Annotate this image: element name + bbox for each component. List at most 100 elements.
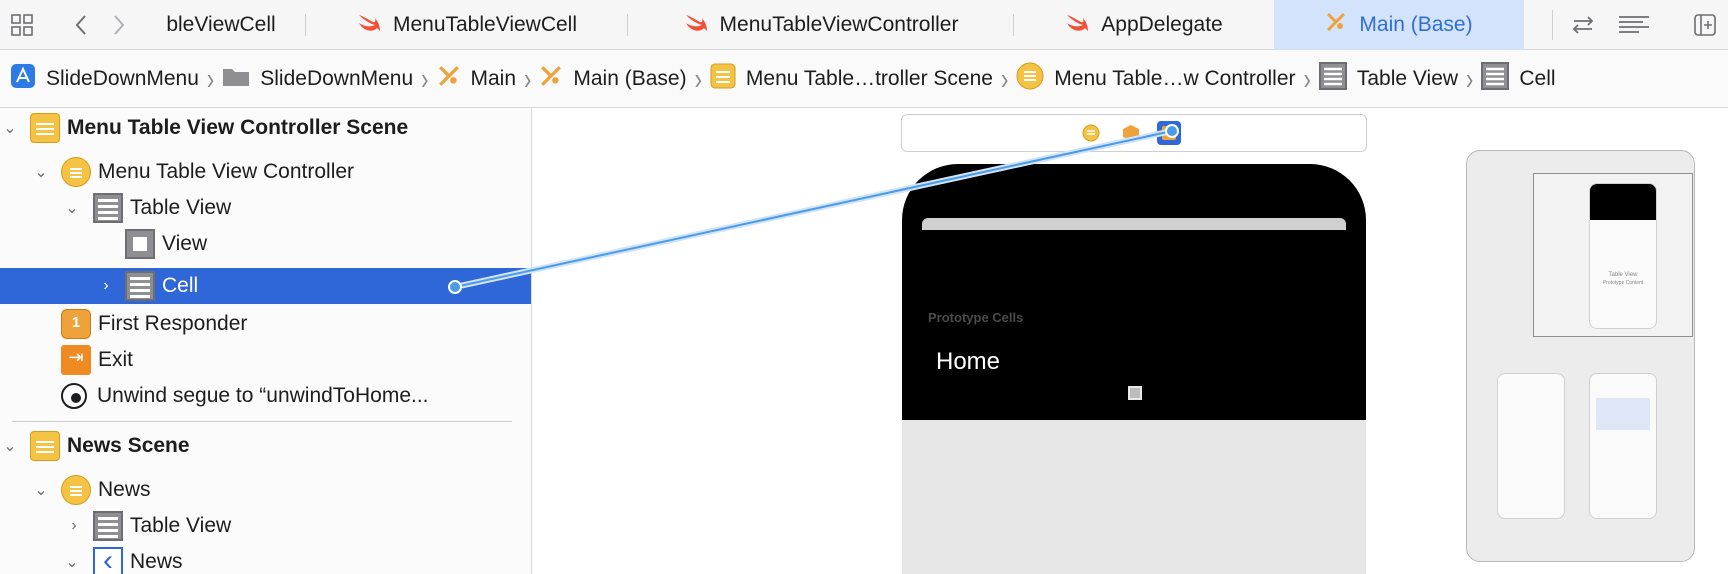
breadcrumb-item[interactable]: Cell xyxy=(1481,61,1556,96)
table-view-area xyxy=(902,420,1366,574)
swift-icon xyxy=(1065,11,1089,39)
outline-row-label: Cell xyxy=(162,274,199,297)
outline-row-label: Unwind segue to “unwindToHome... xyxy=(97,384,429,407)
outline-row-label: Menu Table View Controller xyxy=(98,160,355,183)
outline-row-news-table-view[interactable]: › Table View xyxy=(0,508,531,544)
breadcrumb-label: Main (Base) xyxy=(573,66,687,90)
outline-row-unwind-segue[interactable]: Unwind segue to “unwindToHome... xyxy=(0,378,531,414)
view-controller-icon xyxy=(61,157,91,187)
breadcrumb-label: Menu Table…w Controller xyxy=(1054,66,1296,90)
outline-row-label: First Responder xyxy=(98,312,248,335)
outline-row-label: View xyxy=(162,232,208,255)
add-editor-icon[interactable] xyxy=(1688,0,1722,50)
outline-row-label: Table View xyxy=(130,196,232,219)
disclosure-open-icon[interactable]: ⌄ xyxy=(2,118,18,138)
navigation-bar xyxy=(922,218,1346,230)
view-icon xyxy=(125,229,155,259)
unwind-segue-icon xyxy=(61,383,87,409)
folder-icon xyxy=(222,64,250,94)
tab-menutableviewcontroller[interactable]: MenuTableViewController xyxy=(628,0,1014,50)
outline-row-news-scene[interactable]: ⌄ News Scene xyxy=(0,428,531,464)
breadcrumb-separator-icon: › xyxy=(694,60,702,96)
breadcrumb-label: Main xyxy=(470,66,517,90)
view-controller-dock-icon[interactable] xyxy=(1082,124,1100,142)
outline-row-news-nav-item[interactable]: ⌄ News xyxy=(0,544,531,574)
disclosure-closed-icon[interactable]: › xyxy=(98,277,114,295)
storyboard-icon xyxy=(437,64,461,94)
grid-icon[interactable] xyxy=(0,0,44,50)
storyboard-icon xyxy=(539,64,563,94)
outline-row-first-responder[interactable]: First Responder xyxy=(0,306,531,342)
document-outline: ⌄ Menu Table View Controller Scene ⌄ Men… xyxy=(0,108,532,574)
forward-chevron-icon[interactable] xyxy=(104,0,134,50)
storyboard-canvas[interactable]: Prototype Cells Home Table View Prototyp… xyxy=(533,108,1728,574)
outline-row-menu-scene[interactable]: ⌄ Menu Table View Controller Scene xyxy=(0,110,531,146)
storyboard-icon xyxy=(1325,11,1347,39)
scene-icon xyxy=(30,431,60,461)
breadcrumb-label: SlideDownMenu xyxy=(46,66,199,90)
breadcrumb-item[interactable]: Table View xyxy=(1318,61,1458,96)
breadcrumb-label: Cell xyxy=(1519,66,1556,90)
tab-label: Main (Base) xyxy=(1359,13,1473,36)
disclosure-open-icon[interactable]: ⌄ xyxy=(33,162,49,182)
swift-icon xyxy=(357,11,381,39)
tab-label: bleViewCell xyxy=(166,13,276,36)
related-items-icon[interactable] xyxy=(1566,0,1600,50)
menu-scene-device-frame[interactable]: Prototype Cells Home xyxy=(902,164,1366,574)
breadcrumb-item[interactable]: Main xyxy=(437,64,517,94)
first-responder-dock-icon[interactable] xyxy=(1122,124,1140,142)
breadcrumb-item[interactable]: Menu Table…w Controller xyxy=(1016,62,1296,96)
editor-tab-bar: bleViewCell MenuTableViewCell MenuTableV… xyxy=(0,0,1728,50)
breadcrumb-item[interactable]: Menu Table…troller Scene xyxy=(710,63,993,95)
breadcrumb-label: SlideDownMenu xyxy=(260,66,414,90)
breadcrumb-separator-icon: › xyxy=(1303,60,1311,96)
disclosure-open-icon[interactable]: ⌄ xyxy=(64,198,80,218)
breadcrumb-label: Menu Table…troller Scene xyxy=(745,66,993,90)
view-controller-icon xyxy=(61,475,91,505)
minimap-thumb-sublabel: Prototype Content xyxy=(1602,280,1644,286)
breadcrumb-separator-icon: › xyxy=(1000,60,1009,96)
tab-label: MenuTableViewCell xyxy=(392,13,578,36)
table-view-icon xyxy=(1481,61,1510,96)
swift-icon xyxy=(684,11,708,39)
table-view-icon xyxy=(93,193,123,223)
disclosure-open-icon[interactable]: ⌄ xyxy=(2,436,18,456)
exit-icon xyxy=(61,345,91,375)
exit-dock-icon[interactable] xyxy=(1156,120,1182,146)
scene-icon xyxy=(710,63,736,95)
outline-row-exit[interactable]: Exit xyxy=(0,342,531,378)
disclosure-open-icon[interactable]: ⌄ xyxy=(64,552,80,572)
tab-tableviewcell[interactable]: bleViewCell xyxy=(136,0,306,50)
breadcrumb-separator-icon: › xyxy=(1466,60,1474,96)
resize-handle[interactable] xyxy=(1128,386,1142,400)
divider xyxy=(1552,10,1553,40)
navigation-item-icon xyxy=(93,544,123,574)
back-chevron-icon[interactable] xyxy=(66,0,96,50)
breadcrumb-separator-icon: › xyxy=(206,60,215,96)
tab-appdelegate[interactable]: AppDelegate xyxy=(1014,0,1274,50)
outline-row-menu-vc[interactable]: ⌄ Menu Table View Controller xyxy=(0,154,531,190)
breadcrumb-item[interactable]: Main (Base) xyxy=(539,64,687,94)
outline-divider xyxy=(12,421,512,422)
table-view-icon xyxy=(1318,61,1347,96)
table-cell-icon xyxy=(125,271,155,301)
first-responder-icon xyxy=(61,309,91,339)
outline-row-news-vc[interactable]: ⌄ News xyxy=(0,472,531,508)
table-view-icon xyxy=(93,511,123,541)
breadcrumb-item[interactable]: SlideDownMenu xyxy=(222,64,413,94)
outline-row-table-view[interactable]: ⌄ Table View xyxy=(0,190,531,226)
outline-row-cell[interactable]: › Cell xyxy=(0,268,531,304)
tab-main-base[interactable]: Main (Base) xyxy=(1274,0,1524,50)
cell-title-label[interactable]: Home xyxy=(936,348,1000,376)
outline-row-view[interactable]: View xyxy=(0,226,531,262)
adjust-editor-options-icon[interactable] xyxy=(1614,0,1654,50)
tab-menutableviewcell[interactable]: MenuTableViewCell xyxy=(306,0,628,50)
minimap-scene-thumb xyxy=(1497,373,1565,519)
view-controller-icon xyxy=(1016,62,1044,96)
breadcrumb-item[interactable]: SlideDownMenu xyxy=(10,63,199,95)
storyboard-minimap[interactable]: Table View Prototype Content xyxy=(1466,150,1695,562)
prototype-cells-label: Prototype Cells xyxy=(928,310,1024,325)
disclosure-closed-icon[interactable]: › xyxy=(66,517,82,535)
disclosure-open-icon[interactable]: ⌄ xyxy=(33,480,49,500)
minimap-thumb-label: Table View xyxy=(1608,272,1638,278)
